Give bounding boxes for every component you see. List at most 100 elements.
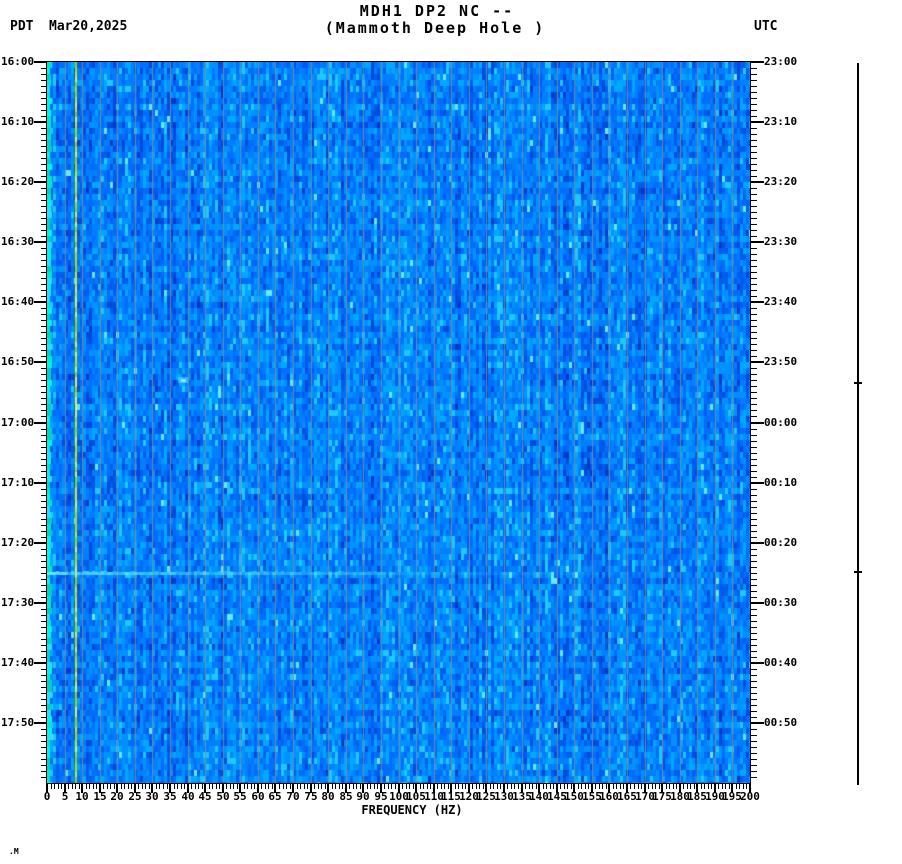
frequency-axis-tick (138, 784, 139, 789)
left-axis-tick (34, 602, 47, 604)
left-axis-tick (41, 561, 47, 562)
frequency-axis-tick (711, 784, 712, 789)
frequency-axis-label: 10 (75, 790, 89, 803)
left-axis-tick (41, 453, 47, 454)
right-axis-tick (751, 662, 764, 664)
right-axis-tick (751, 404, 757, 405)
left-axis-tick (41, 495, 47, 496)
right-axis-tick (751, 361, 764, 363)
left-axis-tick (41, 429, 47, 430)
left-axis-tick (41, 579, 47, 580)
frequency-axis-tick (61, 784, 62, 789)
frequency-axis-title: FREQUENCY (HZ) (361, 803, 463, 817)
right-axis-tick (751, 633, 757, 634)
left-axis-label: 16:00 (1, 55, 35, 68)
frequency-axis-tick (307, 784, 308, 789)
right-axis-tick (751, 164, 757, 165)
frequency-axis-tick (149, 784, 150, 789)
left-axis-tick (41, 140, 47, 141)
frequency-axis-label: 40 (181, 790, 195, 803)
frequency-axis-label: 35 (163, 790, 177, 803)
frequency-axis-tick (388, 784, 389, 789)
left-axis-label: 17:30 (1, 596, 35, 609)
left-axis-tick (41, 681, 47, 682)
left-axis-tick (41, 212, 47, 213)
right-axis-tick (751, 61, 764, 63)
frequency-axis-tick (581, 784, 582, 789)
left-axis-tick (34, 301, 47, 303)
frequency-axis-tick (230, 784, 231, 789)
frequency-axis-tick (339, 784, 340, 789)
frequency-axis-tick (391, 784, 392, 789)
frequency-axis-tick (58, 784, 59, 789)
frequency-axis-tick (420, 784, 421, 789)
left-axis-tick (41, 471, 47, 472)
right-axis-label: 23:50 (764, 355, 798, 368)
frequency-axis-tick (743, 784, 744, 789)
frequency-axis-tick (384, 784, 385, 789)
frequency-axis-label: 65 (268, 790, 282, 803)
frequency-axis-tick (430, 784, 431, 789)
frequency-axis-tick (666, 784, 667, 789)
right-axis-tick (751, 447, 757, 448)
right-axis-tick (751, 320, 757, 321)
frequency-axis-label: 140 (529, 790, 549, 803)
left-axis-tick (34, 61, 47, 63)
left-axis-tick (41, 344, 47, 345)
left-axis-tick (41, 230, 47, 231)
frequency-axis-tick (79, 784, 80, 789)
left-axis-tick (41, 398, 47, 399)
right-axis-tick (751, 675, 757, 676)
frequency-axis-tick (472, 784, 473, 789)
right-axis-label: 00:00 (764, 416, 798, 429)
frequency-axis-tick (283, 784, 284, 789)
right-axis-tick (751, 597, 757, 598)
frequency-axis-tick (272, 784, 273, 789)
right-axis-tick (751, 759, 757, 760)
left-axis-tick (41, 771, 47, 772)
right-axis-tick (751, 722, 764, 724)
frequency-axis-label: 85 (339, 790, 353, 803)
right-axis-label: 00:10 (764, 476, 798, 489)
frequency-axis-label: 75 (304, 790, 318, 803)
right-axis-tick (751, 296, 757, 297)
left-axis-tick (41, 260, 47, 261)
frequency-axis-tick (265, 784, 266, 789)
frequency-axis-tick (465, 784, 466, 789)
right-axis-tick (751, 453, 757, 454)
frequency-axis-tick (427, 784, 428, 789)
frequency-axis-tick (300, 784, 301, 789)
frequency-axis-tick (374, 784, 375, 789)
frequency-axis-tick (86, 784, 87, 789)
frequency-axis-tick (156, 784, 157, 789)
frequency-axis-tick (676, 784, 677, 789)
frequency-axis-label: 5 (61, 790, 69, 803)
frequency-axis-tick (356, 784, 357, 789)
left-axis-tick (41, 104, 47, 105)
right-axis-tick (751, 525, 757, 526)
frequency-axis-tick (553, 784, 554, 789)
frequency-axis-label: 175 (652, 790, 672, 803)
left-axis-tick (41, 687, 47, 688)
left-axis-tick (41, 374, 47, 375)
left-axis-tick (41, 254, 47, 255)
right-axis-tick (751, 741, 757, 742)
frequency-axis-label: 45 (198, 790, 212, 803)
frequency-axis-label: 20 (110, 790, 124, 803)
frequency-axis-tick (121, 784, 122, 789)
frequency-axis-label: 90 (356, 790, 370, 803)
frequency-axis-tick (599, 784, 600, 789)
left-axis-tick (41, 308, 47, 309)
right-axis-tick (751, 140, 757, 141)
left-axis-tick (41, 266, 47, 267)
right-axis-tick (751, 482, 764, 484)
right-axis-tick (751, 705, 757, 706)
left-axis-tick (41, 477, 47, 478)
left-axis-tick (41, 338, 47, 339)
right-axis-tick (751, 350, 757, 351)
right-axis-tick (751, 567, 757, 568)
frequency-axis-label: 70 (286, 790, 300, 803)
frequency-axis-tick (107, 784, 108, 789)
right-axis-tick (751, 416, 757, 417)
frequency-axis-tick (181, 784, 182, 789)
